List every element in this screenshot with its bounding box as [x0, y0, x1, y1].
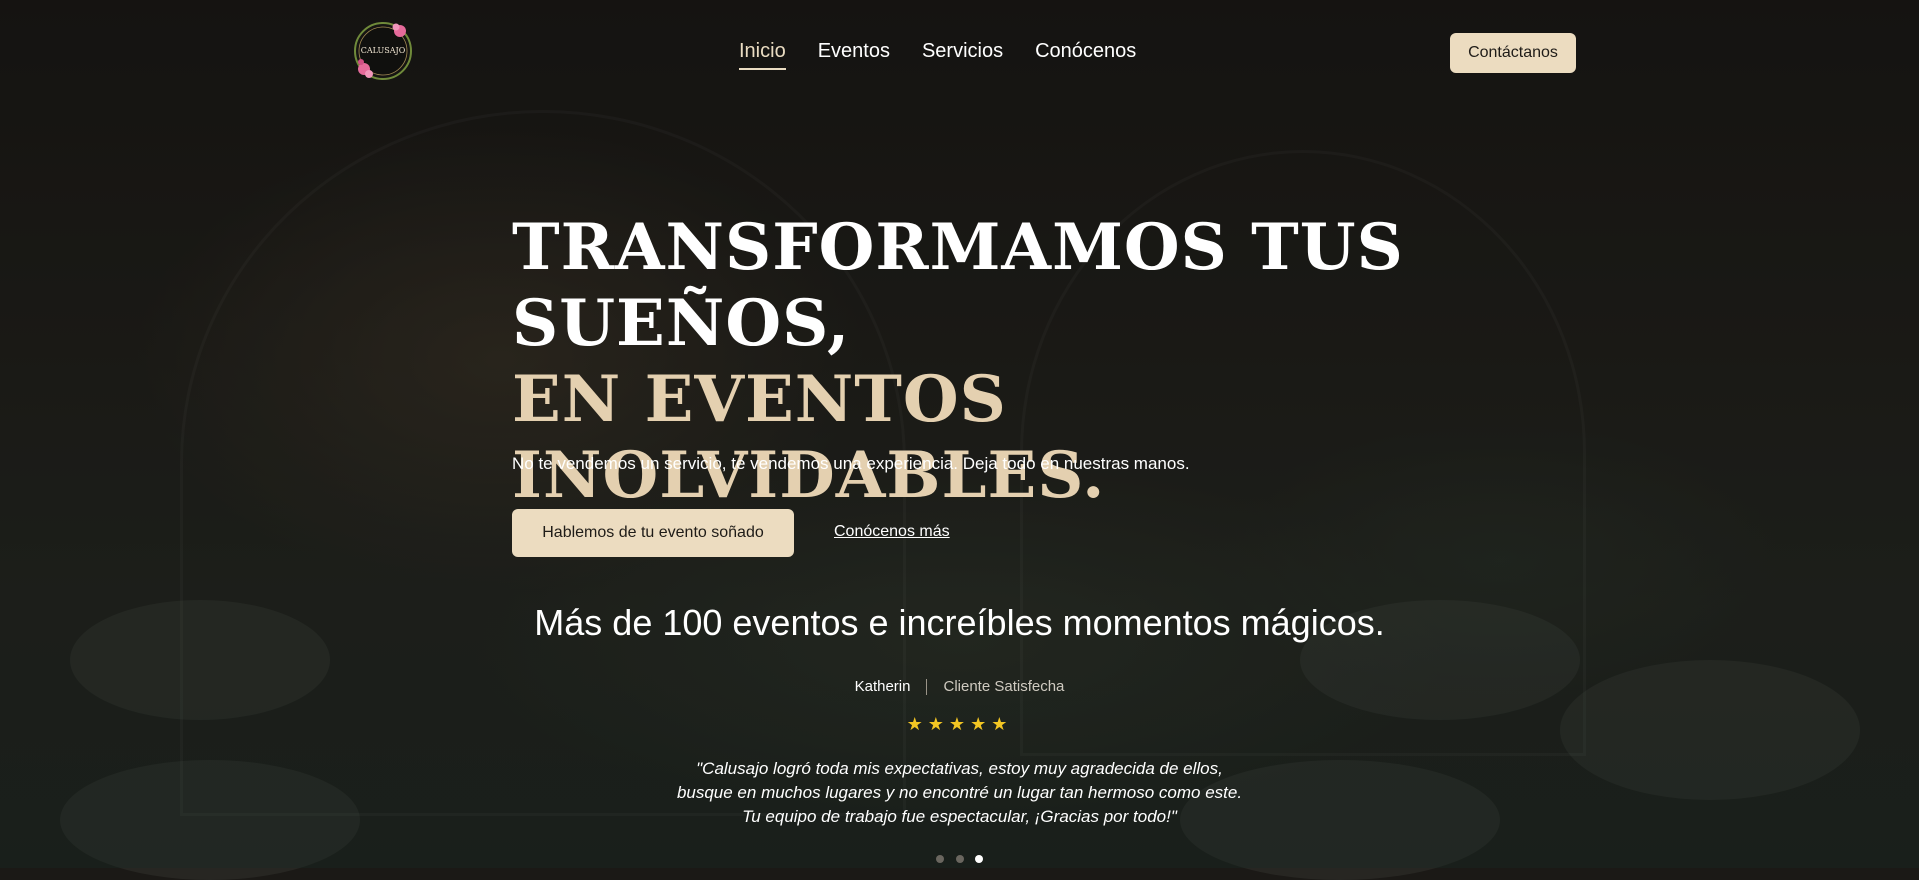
- rating-stars-icon: ★★★★★: [906, 714, 1013, 735]
- nav-servicios[interactable]: Servicios: [922, 40, 1003, 70]
- svg-text:CALUSAJO: CALUSAJO: [361, 46, 406, 55]
- carousel-dots: [0, 848, 1919, 867]
- contact-button[interactable]: Contáctanos: [1450, 33, 1576, 73]
- testimonial-quote: "Calusajo logró toda mis expectativas, e…: [0, 757, 1919, 829]
- quote-line: busque en muchos lugares y no encontré u…: [676, 783, 1243, 802]
- talk-event-button[interactable]: Hablemos de tu evento soñado: [512, 509, 794, 557]
- nav-eventos[interactable]: Eventos: [818, 40, 890, 70]
- headline-line-3: EN EVENTOS INOLVIDABLES.: [512, 362, 1106, 513]
- know-more-link[interactable]: Conócenos más: [834, 523, 950, 541]
- author-divider: [926, 679, 928, 696]
- headline-line-2: SUEÑOS,: [512, 286, 851, 361]
- author-name: Katherin: [854, 678, 911, 695]
- main-nav: Inicio Eventos Servicios Conócenos: [739, 40, 1136, 70]
- carousel-dot-1[interactable]: [936, 855, 945, 863]
- nav-conocenos[interactable]: Conócenos: [1035, 40, 1136, 70]
- quote-line: "Calusajo logró toda mis expectativas, e…: [696, 759, 1223, 778]
- testimonial-heading: Más de 100 eventos e increíbles momentos…: [534, 602, 1385, 643]
- quote-line: Tu equipo de trabajo fue espectacular, ¡…: [742, 807, 1177, 826]
- testimonial-author: Katherin Cliente Satisfecha: [0, 678, 1919, 696]
- hero-subtitle: No te vendemos un servicio, te vendemos …: [512, 454, 1190, 473]
- brand-logo[interactable]: CALUSAJO: [352, 20, 414, 82]
- carousel-dot-3[interactable]: [974, 855, 983, 863]
- author-role: Cliente Satisfecha: [943, 678, 1065, 695]
- headline-line-1: TRANSFORMAMOS TUS: [512, 210, 1404, 285]
- carousel-dot-2[interactable]: [955, 855, 964, 863]
- nav-inicio[interactable]: Inicio: [739, 40, 786, 70]
